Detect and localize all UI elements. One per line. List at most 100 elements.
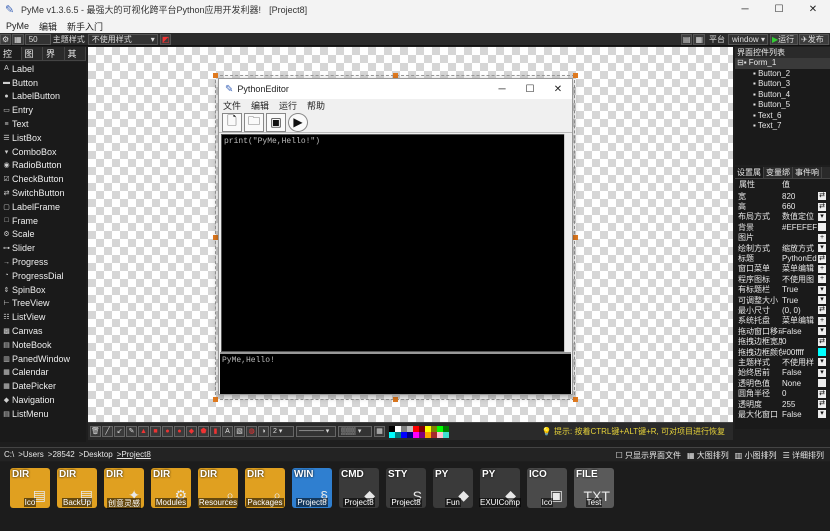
property-row[interactable]: 圆角半径 0 ⇄	[735, 388, 830, 398]
only-ui-checkbox[interactable]: ☐ 只显示界面文件	[616, 450, 681, 461]
tab-properties[interactable]: 设置属	[735, 167, 764, 178]
play-icon[interactable]: ▶	[288, 112, 308, 132]
property-edit-icon[interactable]: ⇄	[818, 400, 826, 408]
pen-icon[interactable]: ✎	[126, 426, 137, 437]
palette-item-datepicker[interactable]: ▦ DatePicker	[0, 379, 86, 393]
file-tile[interactable]: PY ◆ EXUIComp	[478, 468, 522, 531]
tree-item-button_3[interactable]: ▪ Button_3	[735, 79, 830, 90]
property-edit-icon[interactable]	[818, 379, 826, 388]
property-value[interactable]: 不使用图	[782, 274, 817, 285]
minimize-button[interactable]: ─	[728, 0, 762, 19]
breadcrumb-project[interactable]: >Project8	[117, 450, 151, 459]
palette-item-canvas[interactable]: ▩ Canvas	[0, 324, 86, 338]
code-scrollbar[interactable]	[564, 134, 571, 352]
tab-charts[interactable]: 图表	[22, 47, 43, 73]
layout-icon[interactable]: ▤	[680, 34, 693, 45]
resize-handle[interactable]	[573, 397, 578, 402]
open-folder-icon[interactable]: 🗀	[244, 112, 264, 132]
property-edit-icon[interactable]: ▾	[818, 285, 826, 294]
property-value[interactable]: 660	[782, 202, 817, 211]
palette-item-listmenu[interactable]: ▤ ListMenu	[0, 407, 86, 421]
property-row[interactable]: 拖拽边框宽度 0 ⇄	[735, 336, 830, 346]
resize-handle[interactable]	[213, 397, 218, 402]
property-value[interactable]: 0	[782, 337, 817, 346]
tab-bindings[interactable]: 变量绑	[764, 167, 793, 178]
palette-item-spinbox[interactable]: ⇕ SpinBox	[0, 283, 86, 297]
property-row[interactable]: 系统托盘 菜单编辑 +	[735, 316, 830, 326]
property-edit-icon[interactable]: ▾	[818, 296, 826, 305]
palette-item-label[interactable]: A Label	[0, 62, 86, 76]
editor-menu-run[interactable]: 运行	[279, 99, 297, 112]
property-row[interactable]: 最小尺寸 (0, 0) ⇄	[735, 305, 830, 315]
tab-controls[interactable]: 控件	[0, 47, 22, 73]
file-tile[interactable]: WIN § Project8	[290, 468, 334, 531]
large-icons-view[interactable]: ▦ 大图排列	[687, 450, 729, 461]
property-edit-icon[interactable]: +	[818, 233, 826, 242]
close-button[interactable]: ✕	[796, 0, 830, 19]
property-row[interactable]: 背景 #EFEFEF	[735, 222, 830, 232]
line-style-select[interactable]: ───── ▾	[296, 426, 336, 437]
menu-pyme[interactable]: PyMe	[6, 21, 29, 31]
menu-beginner[interactable]: 新手入门	[67, 20, 103, 33]
color-fill-icon[interactable]: ◍	[246, 426, 257, 437]
palette-item-switchbutton[interactable]: ⇄ SwitchButton	[0, 186, 86, 200]
property-edit-icon[interactable]: ⇄	[818, 254, 826, 263]
resize-handle[interactable]	[573, 73, 578, 78]
triangle-icon[interactable]: ▲	[138, 426, 149, 437]
property-value[interactable]: (0, 0)	[782, 306, 817, 315]
tab-other[interactable]: 其它	[65, 47, 86, 73]
property-edit-icon[interactable]: ▾	[818, 358, 826, 367]
property-value[interactable]: #00ffff	[782, 348, 817, 357]
palette-item-button[interactable]: ▬ Button	[0, 76, 86, 90]
property-value[interactable]: 820	[782, 192, 817, 201]
property-edit-icon[interactable]: ⇄	[818, 389, 826, 398]
property-edit-icon[interactable]: +	[818, 264, 826, 273]
property-row[interactable]: 有标题栏 True ▾	[735, 285, 830, 295]
file-tile[interactable]: DIR ✦ 创意灵感	[102, 468, 146, 531]
arrow-icon[interactable]: ↙	[114, 426, 125, 437]
small-icons-view[interactable]: ▥ 小图排列	[735, 450, 777, 461]
fill-style-select[interactable]: ▒▒▒ ▾	[338, 426, 372, 437]
line-width-select[interactable]: 2 ▾	[270, 426, 294, 437]
property-edit-icon[interactable]: ▾	[818, 327, 826, 336]
palette-icon[interactable]: ▦	[374, 426, 385, 437]
property-row[interactable]: 绘制方式 缩放方式 ▾	[735, 243, 830, 253]
property-value[interactable]: None	[782, 379, 817, 388]
style-select[interactable]: 不使用样式 ▾	[87, 33, 158, 45]
polygon-icon[interactable]: ⬟	[198, 426, 209, 437]
palette-item-listbox[interactable]: ☰ ListBox	[0, 131, 86, 145]
property-row[interactable]: 可调整大小 True ▾	[735, 295, 830, 305]
property-row[interactable]: 拖拽边框颜色 #00ffff	[735, 347, 830, 357]
property-value[interactable]: #EFEFEF	[782, 223, 817, 232]
tree-item-button_2[interactable]: ▪ Button_2	[735, 69, 830, 80]
property-row[interactable]: 布局方式 数值定位 ▾	[735, 212, 830, 222]
cylinder-icon[interactable]: ▮	[210, 426, 221, 437]
detail-view[interactable]: ☰ 详细排列	[783, 450, 824, 461]
property-row[interactable]: 图片 +	[735, 233, 830, 243]
property-row[interactable]: 程序图标 不使用图 +	[735, 274, 830, 284]
file-tile[interactable]: DIR ▤ Ico	[8, 468, 52, 531]
property-value[interactable]: 菜单编辑	[782, 263, 817, 274]
property-edit-icon[interactable]: ⇄	[818, 337, 826, 346]
diamond-icon[interactable]: ◆	[186, 426, 197, 437]
palette-item-calendar[interactable]: ▦ Calendar	[0, 366, 86, 380]
property-edit-icon[interactable]: +	[818, 275, 826, 284]
tree-item-button_5[interactable]: ▪ Button_5	[735, 100, 830, 111]
property-edit-icon[interactable]	[818, 223, 826, 232]
file-tile[interactable]: CMD ◆ Project8	[337, 468, 381, 531]
property-edit-icon[interactable]: ▾	[818, 212, 826, 221]
maximize-button[interactable]: ☐	[762, 0, 796, 19]
property-row[interactable]: 透明度 255 ⇄	[735, 399, 830, 409]
code-editor[interactable]: print("PyMe,Hello!")	[221, 134, 566, 352]
property-value[interactable]: 数值定位	[782, 211, 817, 222]
delete-icon[interactable]: 🗑	[90, 426, 101, 437]
publish-button[interactable]: ✈发布	[799, 34, 829, 45]
resize-handle[interactable]	[573, 235, 578, 240]
editor-menu-edit[interactable]: 编辑	[251, 99, 269, 112]
property-value[interactable]: 缩放方式	[782, 243, 817, 254]
property-edit-icon[interactable]: ▾	[818, 410, 826, 419]
tree-item-button_4[interactable]: ▪ Button_4	[735, 90, 830, 101]
color-picker-icon[interactable]: ◩	[159, 33, 172, 45]
property-value[interactable]: 255	[782, 400, 817, 409]
line-color-icon[interactable]: ◑	[258, 426, 269, 437]
